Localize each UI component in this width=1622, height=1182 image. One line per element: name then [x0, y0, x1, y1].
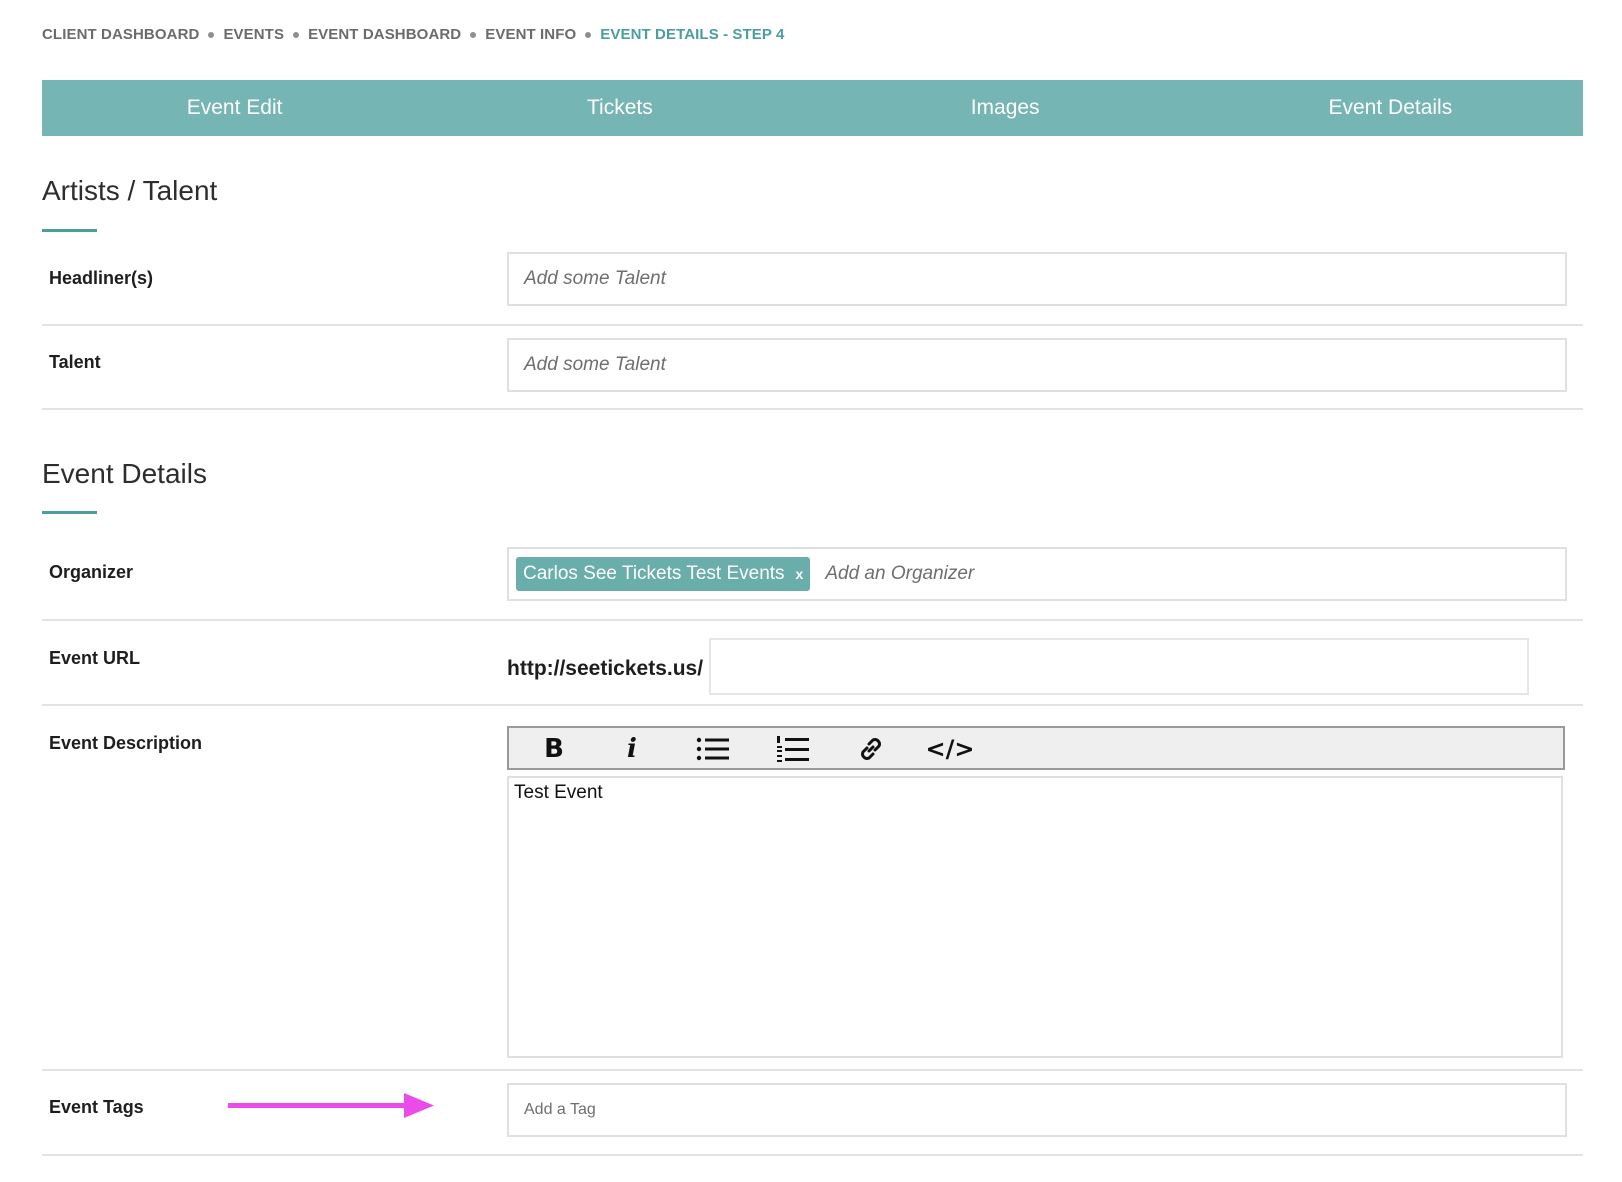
numbered-list-icon: [777, 736, 809, 762]
breadcrumb-event-dashboard[interactable]: EVENT DASHBOARD: [308, 26, 461, 43]
breadcrumb-events[interactable]: EVENTS: [223, 26, 284, 43]
row-divider: [42, 619, 1583, 621]
tab-images[interactable]: Images: [813, 80, 1198, 136]
chip-remove-icon[interactable]: x: [796, 566, 804, 582]
breadcrumb-current: EVENT DETAILS - STEP 4: [600, 26, 785, 43]
italic-button[interactable]: i: [617, 734, 647, 764]
headliners-input[interactable]: Add some Talent: [507, 252, 1567, 306]
code-button[interactable]: </>: [926, 734, 975, 764]
section-underline: [42, 511, 97, 514]
event-url-prefix: http://seetickets.us/: [507, 657, 704, 680]
organizer-placeholder: Add an Organizer: [825, 563, 975, 584]
annotation-arrow-icon: [228, 1093, 434, 1118]
link-button[interactable]: [855, 734, 887, 764]
row-divider: [42, 1069, 1583, 1071]
tab-tickets[interactable]: Tickets: [427, 80, 812, 136]
tab-event-edit[interactable]: Event Edit: [42, 80, 427, 136]
step-tabs: Event Edit Tickets Images Event Details: [42, 80, 1583, 136]
organizer-input[interactable]: Carlos See Tickets Test Events x Add an …: [507, 547, 1567, 601]
section-underline: [42, 229, 97, 232]
row-divider: [42, 1154, 1583, 1156]
talent-label: Talent: [49, 352, 101, 372]
organizer-label: Organizer: [49, 562, 134, 582]
event-description-content: Test Event: [514, 782, 603, 803]
numbered-list-button[interactable]: [775, 734, 811, 764]
event-description-editor[interactable]: Test Event: [507, 776, 1563, 1058]
breadcrumb-separator: [208, 31, 215, 38]
talent-placeholder: Add some Talent: [524, 354, 666, 375]
breadcrumb-client-dashboard[interactable]: CLIENT DASHBOARD: [42, 26, 199, 43]
event-url-label: Event URL: [49, 648, 141, 668]
event-url-input[interactable]: [709, 638, 1529, 695]
headliners-placeholder: Add some Talent: [524, 268, 666, 289]
breadcrumb-separator: [293, 31, 300, 38]
section-title-event-details: Event Details: [42, 458, 207, 489]
event-tags-input[interactable]: Add a Tag: [507, 1083, 1567, 1137]
breadcrumb: CLIENT DASHBOARD EVENTS EVENT DASHBOARD …: [42, 26, 784, 43]
tab-event-details[interactable]: Event Details: [1198, 80, 1583, 136]
headliners-label: Headliner(s): [49, 268, 154, 288]
editor-toolbar: B i </>: [507, 726, 1565, 770]
breadcrumb-event-info[interactable]: EVENT INFO: [485, 26, 576, 43]
organizer-chip-label: Carlos See Tickets Test Events: [523, 563, 785, 584]
row-divider: [42, 324, 1583, 326]
event-tags-label: Event Tags: [49, 1097, 144, 1117]
section-title-artists: Artists / Talent: [42, 175, 218, 206]
event-description-label: Event Description: [49, 733, 203, 753]
row-divider: [42, 408, 1583, 410]
link-icon: [861, 738, 881, 760]
row-divider: [42, 704, 1583, 706]
bullet-list-button[interactable]: [695, 734, 731, 764]
breadcrumb-separator: [470, 31, 477, 38]
breadcrumb-separator: [585, 31, 592, 38]
event-tags-placeholder: Add a Tag: [524, 1101, 596, 1118]
talent-input[interactable]: Add some Talent: [507, 338, 1567, 392]
bullet-list-icon: [696, 737, 729, 761]
organizer-chip: Carlos See Tickets Test Events x: [516, 557, 811, 591]
bold-button[interactable]: B: [539, 734, 569, 764]
